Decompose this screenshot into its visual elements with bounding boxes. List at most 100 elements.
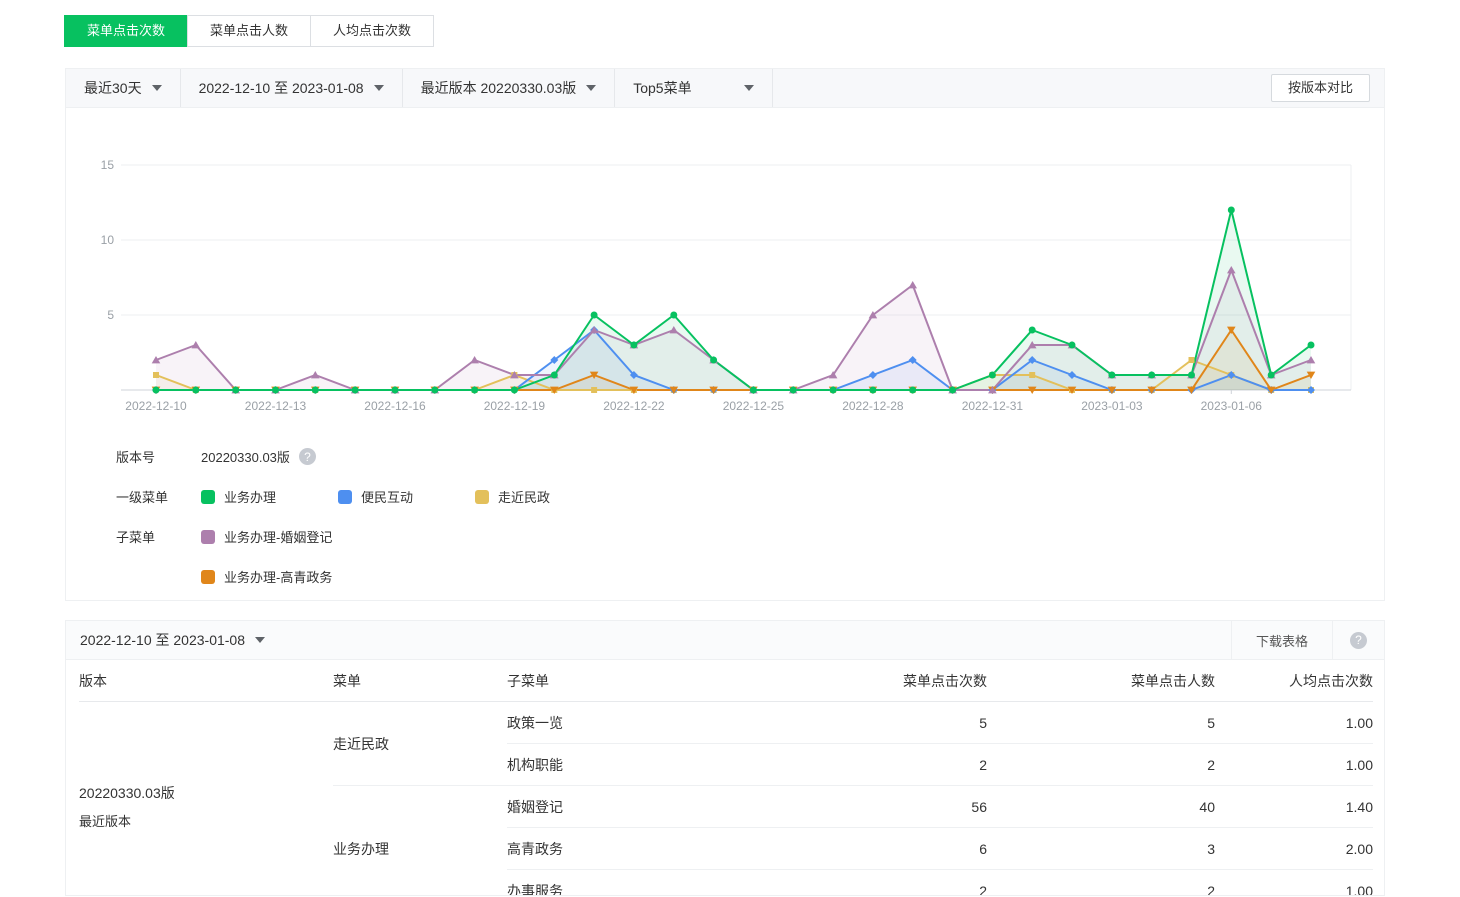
chart-card: 最近30天 2022-12-10 至 2023-01-08 最近版本 20220… <box>65 68 1385 601</box>
legend-sub-row-1: 子菜单 业务办理-婚姻登记 <box>116 527 1384 546</box>
users-cell: 5 <box>987 702 1215 744</box>
clicks-cell: 6 <box>787 828 987 870</box>
svg-text:2022-12-25: 2022-12-25 <box>723 399 785 413</box>
sub-cell: 办事服务 <box>507 870 787 897</box>
legend-swatch <box>338 490 352 504</box>
sub-cell: 高青政务 <box>507 828 787 870</box>
users-cell: 40 <box>987 786 1215 828</box>
line-chart-svg: 5 10 15 2022-12-10 2022-12-13 2022-12-16 2022-… <box>66 120 1384 428</box>
clicks-cell: 2 <box>787 744 987 786</box>
legend-item-label: 走近民政 <box>498 487 550 506</box>
chevron-down-icon <box>744 85 754 91</box>
filter-bar: 最近30天 2022-12-10 至 2023-01-08 最近版本 20220… <box>66 69 1384 108</box>
sub-cell: 机构职能 <box>507 744 787 786</box>
sub-label: 子菜单 <box>116 527 201 546</box>
sub-items-2: 业务办理-高青政务 <box>201 567 394 586</box>
svg-text:2022-12-10: 2022-12-10 <box>125 399 187 413</box>
menu-cell: 业务办理 <box>333 786 507 897</box>
svg-text:2022-12-31: 2022-12-31 <box>962 399 1024 413</box>
col-version: 版本 <box>79 660 333 702</box>
range-dropdown[interactable]: 最近30天 <box>66 69 181 107</box>
chevron-down-icon <box>152 85 162 91</box>
date-range-dropdown[interactable]: 2022-12-10 至 2023-01-08 <box>181 69 403 107</box>
users-cell: 3 <box>987 828 1215 870</box>
table-row: 20220330.03版最近版本走近民政政策一览551.00 <box>79 702 1373 744</box>
avg-cell: 1.00 <box>1215 870 1373 897</box>
table-header-bar: 2022-12-10 至 2023-01-08 下载表格 ? <box>66 621 1384 660</box>
version-value: 20220330.03版 <box>201 447 290 466</box>
range-dropdown-label: 最近30天 <box>84 78 142 98</box>
sub-cell: 婚姻登记 <box>507 786 787 828</box>
svg-text:2022-12-28: 2022-12-28 <box>842 399 904 413</box>
legend-item-label: 便民互动 <box>361 487 413 506</box>
legend-item[interactable]: 业务办理-婚姻登记 <box>201 527 332 546</box>
avg-cell: 1.00 <box>1215 744 1373 786</box>
legend-item-label: 业务办理-婚姻登记 <box>224 527 332 546</box>
legend-item[interactable]: 便民互动 <box>338 487 413 506</box>
help-icon[interactable]: ? <box>1350 632 1367 649</box>
sub-items-1: 业务办理-婚姻登记 <box>201 527 394 546</box>
svg-text:2022-12-22: 2022-12-22 <box>603 399 665 413</box>
version-name: 20220330.03版 <box>79 783 333 803</box>
chevron-down-icon <box>255 637 265 643</box>
top5-dropdown-label: Top5菜单 <box>633 78 691 98</box>
level1-items: 业务办理 便民互动 走近民政 <box>201 487 612 506</box>
legend-item[interactable]: 业务办理-高青政务 <box>201 567 332 586</box>
clicks-cell: 5 <box>787 702 987 744</box>
version-label: 版本号 <box>116 447 201 466</box>
date-range-label: 2022-12-10 至 2023-01-08 <box>199 78 364 98</box>
svg-text:2023-01-06: 2023-01-06 <box>1201 399 1263 413</box>
svg-text:5: 5 <box>107 308 114 322</box>
chevron-down-icon <box>374 85 384 91</box>
table-date-range-label: 2022-12-10 至 2023-01-08 <box>80 630 245 650</box>
col-clicks: 菜单点击次数 <box>787 660 987 702</box>
legend-item[interactable]: 业务办理 <box>201 487 276 506</box>
svg-text:15: 15 <box>101 158 115 172</box>
avg-cell: 2.00 <box>1215 828 1373 870</box>
col-avg: 人均点击次数 <box>1215 660 1373 702</box>
download-table-button[interactable]: 下载表格 <box>1231 621 1332 659</box>
level1-label: 一级菜单 <box>116 487 201 506</box>
legend-item[interactable]: 走近民政 <box>475 487 550 506</box>
version-tag: 最近版本 <box>79 811 333 830</box>
chart-legend: 版本号 20220330.03版 ? 一级菜单 业务办理 便民互动 走近民政 子菜单… <box>66 433 1384 586</box>
sub-cell: 政策一览 <box>507 702 787 744</box>
version-dropdown-label: 最近版本 20220330.03版 <box>421 78 577 98</box>
tab-menu-clicks[interactable]: 菜单点击次数 <box>64 15 188 47</box>
legend-swatch <box>201 530 215 544</box>
svg-text:2022-12-13: 2022-12-13 <box>245 399 307 413</box>
tab-menu-users[interactable]: 菜单点击人数 <box>187 15 311 47</box>
metric-tabs: 菜单点击次数 菜单点击人数 人均点击次数 <box>65 15 434 47</box>
top5-dropdown[interactable]: Top5菜单 <box>615 69 772 107</box>
legend-sub-row-2: 业务办理-高青政务 <box>116 567 1384 586</box>
stats-table: 版本 菜单 子菜单 菜单点击次数 菜单点击人数 人均点击次数 20220330.… <box>79 660 1373 896</box>
legend-version-row: 版本号 20220330.03版 ? <box>116 447 1384 466</box>
version-cell: 20220330.03版最近版本 <box>79 702 333 897</box>
clicks-cell: 2 <box>787 870 987 897</box>
col-menu: 菜单 <box>333 660 507 702</box>
legend-swatch <box>475 490 489 504</box>
table-help-section: ? <box>1332 621 1384 659</box>
table-header-row: 版本 菜单 子菜单 菜单点击次数 菜单点击人数 人均点击次数 <box>79 660 1373 702</box>
version-dropdown[interactable]: 最近版本 20220330.03版 <box>403 69 616 107</box>
avg-cell: 1.40 <box>1215 786 1373 828</box>
legend-item-label: 业务办理 <box>224 487 276 506</box>
svg-text:2022-12-16: 2022-12-16 <box>364 399 426 413</box>
col-submenu: 子菜单 <box>507 660 787 702</box>
legend-item-label: 业务办理-高青政务 <box>224 567 332 586</box>
tab-avg-clicks[interactable]: 人均点击次数 <box>310 15 434 47</box>
line-chart: 5 10 15 2022-12-10 2022-12-13 2022-12-16 2022-… <box>66 108 1384 433</box>
svg-text:10: 10 <box>101 233 115 247</box>
menu-cell: 走近民政 <box>333 702 507 786</box>
table-card: 2022-12-10 至 2023-01-08 下载表格 ? 版本 菜单 子菜单… <box>65 620 1385 896</box>
compare-by-version-button[interactable]: 按版本对比 <box>1271 74 1370 102</box>
col-users: 菜单点击人数 <box>987 660 1215 702</box>
table-date-range-dropdown[interactable]: 2022-12-10 至 2023-01-08 <box>66 621 1231 659</box>
clicks-cell: 56 <box>787 786 987 828</box>
help-icon[interactable]: ? <box>299 448 316 465</box>
chevron-down-icon <box>586 85 596 91</box>
users-cell: 2 <box>987 744 1215 786</box>
legend-level1-row: 一级菜单 业务办理 便民互动 走近民政 <box>116 487 1384 506</box>
svg-text:2022-12-19: 2022-12-19 <box>484 399 546 413</box>
legend-swatch <box>201 490 215 504</box>
